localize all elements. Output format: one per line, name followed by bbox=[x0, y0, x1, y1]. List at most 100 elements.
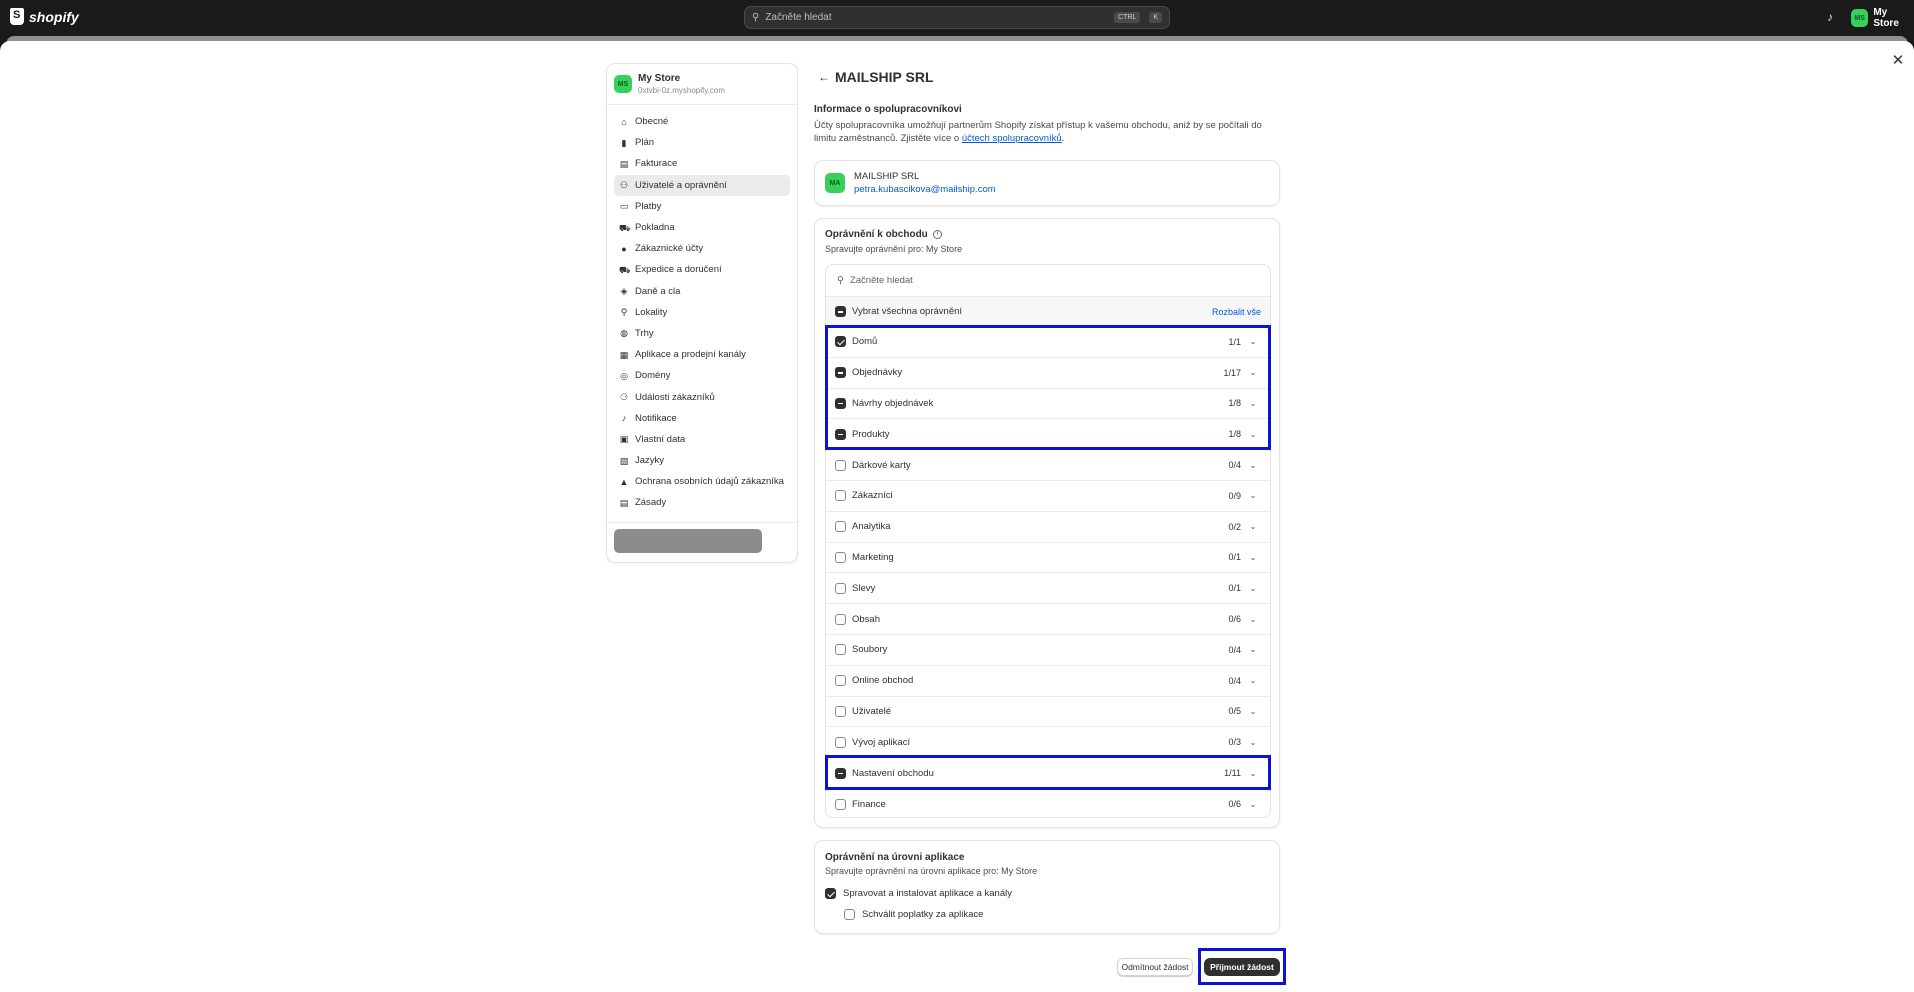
chevron-down-icon[interactable]: ⌄ bbox=[1245, 430, 1261, 439]
permission-checkbox[interactable] bbox=[835, 798, 846, 810]
sidebar-item[interactable]: ▦ Aplikace a prodejní kanály bbox=[614, 344, 790, 365]
info-text-end: . bbox=[1061, 133, 1065, 144]
permission-checkbox[interactable] bbox=[835, 613, 846, 625]
sidebar-item[interactable]: ▲ Ochrana osobních údajů zákazníka bbox=[614, 471, 790, 492]
permission-checkbox[interactable] bbox=[835, 428, 846, 440]
permission-label: Objednávky bbox=[852, 367, 903, 379]
chevron-down-icon[interactable]: ⌄ bbox=[1245, 368, 1261, 377]
permission-row[interactable]: Obsah 0/6 ⌄ bbox=[826, 604, 1270, 635]
chevron-down-icon[interactable]: ⌄ bbox=[1245, 491, 1261, 500]
permission-row[interactable]: Marketing 0/1 ⌄ bbox=[826, 543, 1270, 574]
permission-checkbox[interactable] bbox=[835, 336, 846, 348]
permission-checkbox[interactable] bbox=[835, 490, 846, 502]
chevron-down-icon[interactable]: ⌄ bbox=[1245, 553, 1261, 562]
sidebar-item[interactable]: ◈ Daně a cla bbox=[614, 281, 790, 302]
sidebar-item-label: Jazyky bbox=[635, 455, 665, 467]
permission-checkbox[interactable] bbox=[835, 767, 846, 779]
permission-count: 0/6 bbox=[1228, 799, 1241, 810]
permission-checkbox[interactable] bbox=[835, 459, 846, 471]
sidebar-item[interactable]: ⚇ Uživatelé a oprávnění bbox=[614, 174, 790, 196]
sidebar-item-label: Zásady bbox=[635, 497, 667, 509]
decline-request-button[interactable]: Odmítnout žádost bbox=[1117, 958, 1193, 976]
permission-checkbox[interactable] bbox=[835, 397, 846, 409]
sidebar-item[interactable]: ⌂ Obecné bbox=[614, 111, 790, 132]
collaborator-email[interactable]: petra.kubascikova@mailship.com bbox=[854, 184, 996, 195]
chevron-down-icon[interactable]: ⌄ bbox=[1245, 769, 1261, 778]
permission-checkbox[interactable] bbox=[835, 521, 846, 533]
permission-row[interactable]: Vývoj aplikací 0/3 ⌄ bbox=[826, 727, 1270, 759]
permission-count: 0/1 bbox=[1228, 583, 1241, 594]
sidebar-item[interactable]: ▧ Jazyky bbox=[614, 450, 790, 471]
sidebar-item[interactable]: ▮ Plán bbox=[614, 132, 790, 153]
manage-apps-checkbox[interactable] bbox=[825, 888, 836, 899]
sidebar-item[interactable]: ⛟ Expedice a doručení bbox=[614, 259, 790, 280]
store-permissions-card: Oprávnění k obchodu i Spravujte oprávněn… bbox=[814, 218, 1280, 828]
sidebar-item[interactable]: ● Zákaznické účty bbox=[614, 238, 790, 259]
permission-row[interactable]: Online obchod 0/4 ⌄ bbox=[826, 666, 1270, 697]
permission-row[interactable]: Nastavení obchodu 1/11 ⌄ bbox=[826, 758, 1270, 789]
store-icon: ⌂ bbox=[621, 116, 627, 127]
permission-row[interactable]: Dárkové karty 0/4 ⌄ bbox=[826, 450, 1270, 481]
permission-checkbox[interactable] bbox=[835, 675, 846, 687]
chevron-down-icon[interactable]: ⌄ bbox=[1245, 707, 1261, 716]
permission-row[interactable]: Objednávky 1/17 ⌄ bbox=[826, 358, 1270, 389]
chevron-down-icon[interactable]: ⌄ bbox=[1245, 461, 1261, 470]
chevron-down-icon[interactable]: ⌄ bbox=[1245, 584, 1261, 593]
permission-checkbox[interactable] bbox=[835, 367, 846, 379]
sidebar-item[interactable]: ▤ Fakturace bbox=[614, 153, 790, 174]
sidebar-item[interactable]: ◍ Trhy bbox=[614, 323, 790, 344]
back-arrow-icon[interactable]: ← bbox=[818, 70, 830, 84]
billing-icon: ▤ bbox=[619, 158, 629, 169]
chevron-down-icon[interactable]: ⌄ bbox=[1245, 738, 1261, 747]
permission-row[interactable]: Domů 1/1 ⌄ bbox=[826, 327, 1270, 358]
info-icon[interactable]: i bbox=[932, 230, 942, 239]
close-icon[interactable]: ✕ bbox=[1888, 51, 1908, 71]
sidebar-item[interactable]: ⛟ Pokladna bbox=[614, 217, 790, 238]
chevron-down-icon[interactable]: ⌄ bbox=[1245, 676, 1261, 685]
permission-checkbox[interactable] bbox=[835, 551, 846, 563]
store-name: My Store bbox=[638, 73, 681, 84]
sidebar-item[interactable]: ◎ Domény bbox=[614, 365, 790, 386]
permissions-search-input[interactable]: ⚲ Začněte hledat bbox=[826, 265, 1270, 297]
permission-checkbox[interactable] bbox=[835, 582, 846, 594]
chevron-down-icon[interactable]: ⌄ bbox=[1245, 337, 1261, 346]
permission-row[interactable]: Produkty 1/8 ⌄ bbox=[826, 419, 1270, 451]
permission-row[interactable]: Uživatelé 0/5 ⌄ bbox=[826, 697, 1270, 728]
sidebar-item-label: Domény bbox=[635, 370, 671, 382]
permission-label: Uživatelé bbox=[852, 705, 892, 717]
sidebar-item[interactable]: ♪ Notifikace bbox=[614, 408, 790, 429]
approve-charges-checkbox[interactable] bbox=[844, 909, 855, 920]
chevron-down-icon[interactable]: ⌄ bbox=[1245, 615, 1261, 624]
shopify-logo[interactable]: shopify bbox=[10, 8, 79, 25]
permission-checkbox[interactable] bbox=[835, 644, 846, 656]
global-search-input[interactable]: ⚲ Začněte hledat CTRL K bbox=[744, 6, 1170, 29]
approve-charges-option[interactable]: Schválit poplatky za aplikace bbox=[844, 909, 983, 920]
store-switcher[interactable]: MS My Store 0xtvbi-0z.myshopify.com bbox=[607, 64, 797, 105]
notification-bell-icon[interactable]: ♪ bbox=[1823, 10, 1837, 24]
permission-row[interactable]: Návrhy objednávek 1/8 ⌄ bbox=[826, 389, 1270, 420]
chevron-down-icon[interactable]: ⌄ bbox=[1245, 645, 1261, 654]
sidebar-item-label: Události zákazníků bbox=[635, 391, 715, 403]
permission-label: Online obchod bbox=[852, 675, 914, 687]
permission-row[interactable]: Slevy 0/1 ⌄ bbox=[826, 573, 1270, 605]
permission-checkbox[interactable] bbox=[835, 705, 846, 717]
permission-row[interactable]: Soubory 0/4 ⌄ bbox=[826, 635, 1270, 666]
sidebar-item[interactable]: ⚆ Události zákazníků bbox=[614, 386, 790, 407]
store-menu-button[interactable]: MS My Store bbox=[1851, 7, 1914, 29]
sidebar-item[interactable]: ▤ Zásady bbox=[614, 492, 790, 513]
accept-request-button[interactable]: Přijmout žádost bbox=[1204, 958, 1280, 976]
manage-apps-option[interactable]: Spravovat a instalovat aplikace a kanály bbox=[825, 888, 1012, 899]
chevron-down-icon[interactable]: ⌄ bbox=[1245, 522, 1261, 531]
sidebar-item[interactable]: ▣ Vlastní data bbox=[614, 429, 790, 450]
permission-checkbox[interactable] bbox=[835, 736, 846, 748]
chevron-down-icon[interactable]: ⌄ bbox=[1245, 800, 1261, 809]
sidebar-item[interactable]: ⚲ Lokality bbox=[614, 302, 790, 323]
select-all-checkbox[interactable] bbox=[835, 306, 846, 317]
collaborator-accounts-link[interactable]: účtech spolupracovníků bbox=[962, 133, 1062, 144]
expand-all-button[interactable]: Rozbalit vše bbox=[1212, 307, 1261, 317]
permission-row[interactable]: Finance 0/6 ⌄ bbox=[826, 789, 1270, 817]
sidebar-item[interactable]: ▭ Platby bbox=[614, 196, 790, 217]
permission-row[interactable]: Zákazníci 0/9 ⌄ bbox=[826, 481, 1270, 512]
chevron-down-icon[interactable]: ⌄ bbox=[1245, 399, 1261, 408]
permission-row[interactable]: Analytika 0/2 ⌄ bbox=[826, 512, 1270, 543]
